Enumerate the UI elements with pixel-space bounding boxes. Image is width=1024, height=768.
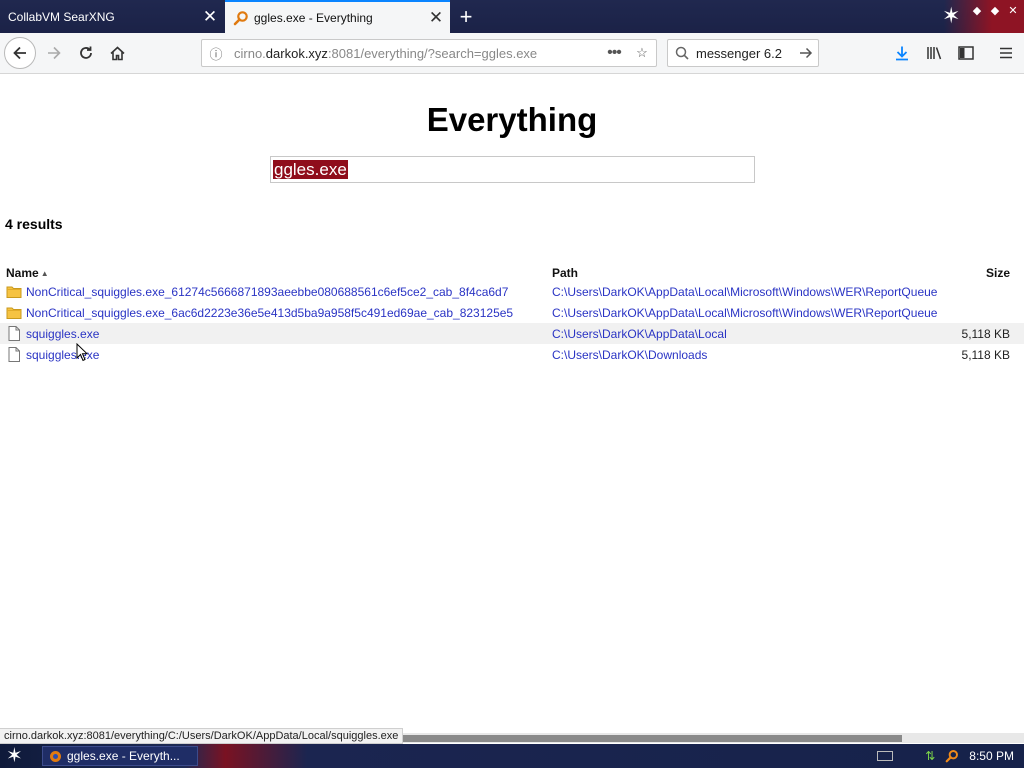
result-path-link[interactable]: C:\Users\DarkOK\AppData\Local	[552, 327, 727, 341]
taskbar-item-label: ggles.exe - Everyth...	[67, 749, 180, 763]
search-tray-icon[interactable]	[945, 749, 959, 763]
table-row: NonCritical_squiggles.exe_6ac6d2223e36e5…	[0, 302, 1024, 323]
mouse-cursor-icon	[76, 343, 88, 362]
result-path-link[interactable]: C:\Users\DarkOK\AppData\Local\Microsoft\…	[552, 285, 937, 299]
tab-title: CollabVM SearXNG	[8, 9, 115, 24]
folder-icon	[6, 307, 22, 319]
table-row: squiggles.exe C:\Users\DarkOK\Downloads …	[0, 344, 1024, 365]
result-count: 4 results	[5, 216, 63, 232]
close-window-icon[interactable]: ✕	[1006, 3, 1020, 17]
column-header-path[interactable]: Path	[546, 264, 954, 281]
scrollbar-thumb[interactable]	[400, 735, 902, 742]
path-cell: C:\Users\DarkOK\Downloads	[546, 344, 954, 365]
hamburger-menu-icon	[1000, 47, 1012, 59]
search-bar[interactable]: messenger 6.2	[667, 39, 819, 67]
column-header-name-label: Name	[6, 265, 39, 280]
file-icon	[8, 326, 20, 341]
sort-ascending-icon: ▲	[40, 268, 49, 278]
search-go-icon[interactable]	[794, 46, 818, 60]
url-prefix: cirno.	[234, 45, 266, 61]
file-icon	[8, 347, 20, 362]
info-icon[interactable]: ⓘ	[202, 44, 230, 63]
size-cell	[954, 281, 1024, 302]
table-row: squiggles.exe C:\Users\DarkOK\AppData\Lo…	[0, 323, 1024, 344]
minimize-icon[interactable]: ◆	[970, 3, 984, 17]
downloads-button[interactable]	[886, 37, 918, 69]
table-header-row: Name ▲ Path Size	[0, 264, 1024, 281]
result-name-link[interactable]: squiggles.exe	[26, 348, 99, 362]
page-actions-icon[interactable]: •••	[600, 44, 628, 62]
tab-strip: CollabVM SearXNG ✕ ggles.exe - Everythin…	[0, 0, 1024, 33]
library-icon	[926, 47, 941, 60]
result-name-link[interactable]: NonCritical_squiggles.exe_61274c56668718…	[26, 285, 508, 299]
library-button[interactable]	[918, 37, 950, 69]
new-tab-button[interactable]: +	[452, 0, 480, 33]
url-suffix: :8081/everything/?search=ggles.exe	[327, 45, 538, 61]
path-cell: C:\Users\DarkOK\AppData\Local\Microsoft\…	[546, 302, 954, 323]
folder-icon	[6, 286, 22, 298]
home-icon	[109, 45, 125, 60]
name-cell: squiggles.exe	[0, 323, 546, 344]
arrow-left-icon	[13, 46, 26, 60]
size-cell	[954, 302, 1024, 323]
navigation-toolbar: ⓘ cirno.darkok.xyz:8081/everything/?sear…	[0, 33, 1024, 74]
size-cell: 5,118 KB	[961, 347, 1010, 362]
browser-window-icon	[50, 750, 61, 762]
tab-title: ggles.exe - Everything	[254, 10, 373, 25]
result-path-link[interactable]: C:\Users\DarkOK\Downloads	[552, 348, 707, 362]
reload-button[interactable]	[70, 37, 102, 69]
path-cell: C:\Users\DarkOK\AppData\Local\Microsoft\…	[546, 281, 954, 302]
close-tab-icon[interactable]: ✕	[196, 0, 224, 33]
maximize-icon[interactable]: ◆	[988, 3, 1002, 17]
taskbar: ✶ ggles.exe - Everyth... ⇅ 8:50 PM	[0, 744, 1024, 768]
result-path-link[interactable]: C:\Users\DarkOK\AppData\Local\Microsoft\…	[552, 306, 937, 320]
reload-icon	[80, 46, 92, 59]
search-input-value: ggles.exe	[273, 160, 348, 179]
url-text[interactable]: cirno.darkok.xyz:8081/everything/?search…	[230, 46, 600, 61]
name-cell: NonCritical_squiggles.exe_61274c56668718…	[0, 281, 546, 302]
close-tab-icon[interactable]: ✕	[422, 1, 450, 34]
results-body: NonCritical_squiggles.exe_61274c56668718…	[0, 281, 1024, 365]
download-arrow-icon	[896, 46, 908, 61]
home-button[interactable]	[101, 37, 133, 69]
page-content: Everything ggles.exe 4 results Name ▲ Pat…	[0, 74, 1024, 728]
taskbar-item-browser[interactable]: ggles.exe - Everyth...	[42, 746, 198, 766]
result-name-link[interactable]: NonCritical_squiggles.exe_6ac6d2223e36e5…	[26, 306, 513, 320]
forward-button[interactable]	[38, 37, 70, 69]
star-logo-icon: ✶	[942, 3, 961, 28]
everything-search-input[interactable]: ggles.exe	[270, 156, 755, 183]
column-header-name[interactable]: Name ▲	[0, 264, 546, 281]
arrow-right-icon	[48, 46, 61, 60]
clock[interactable]: 8:50 PM	[969, 749, 1014, 763]
status-link-preview: cirno.darkok.xyz:8081/everything/C:/User…	[0, 728, 404, 744]
search-favicon-icon	[233, 10, 248, 25]
sidebar-button[interactable]	[950, 37, 982, 69]
tab-everything[interactable]: ggles.exe - Everything ✕	[225, 0, 450, 33]
size-cell: 5,118 KB	[953, 323, 1024, 344]
magnifier-icon	[668, 46, 696, 60]
network-icon[interactable]: ⇅	[925, 749, 935, 763]
url-bar[interactable]: ⓘ cirno.darkok.xyz:8081/everything/?sear…	[201, 39, 657, 67]
search-bar-text[interactable]: messenger 6.2	[696, 46, 794, 61]
name-cell: NonCritical_squiggles.exe_6ac6d2223e36e5…	[0, 302, 546, 323]
page-title: Everything	[426, 101, 598, 138]
result-name-link[interactable]: squiggles.exe	[26, 327, 99, 341]
tab-collabvm-searxng[interactable]: CollabVM SearXNG ✕	[0, 0, 224, 33]
keyboard-icon[interactable]	[877, 751, 894, 761]
menu-button[interactable]	[990, 37, 1022, 69]
column-header-size[interactable]: Size	[954, 264, 1024, 281]
start-star-icon[interactable]: ✶	[6, 746, 30, 766]
bookmark-star-icon[interactable]: ☆	[628, 45, 656, 61]
results-table: Name ▲ Path Size NonCritical_squiggles.ex…	[0, 264, 1024, 365]
sidebar-icon	[958, 46, 974, 60]
path-cell: C:\Users\DarkOK\AppData\Local	[546, 323, 954, 344]
table-row: NonCritical_squiggles.exe_61274c56668718…	[0, 281, 1024, 302]
window-controls: ◆ ◆ ✕	[970, 3, 1020, 17]
url-domain: darkok.xyz	[265, 45, 328, 61]
back-button[interactable]	[4, 37, 36, 69]
system-tray: ⇅ 8:50 PM	[877, 746, 1014, 766]
